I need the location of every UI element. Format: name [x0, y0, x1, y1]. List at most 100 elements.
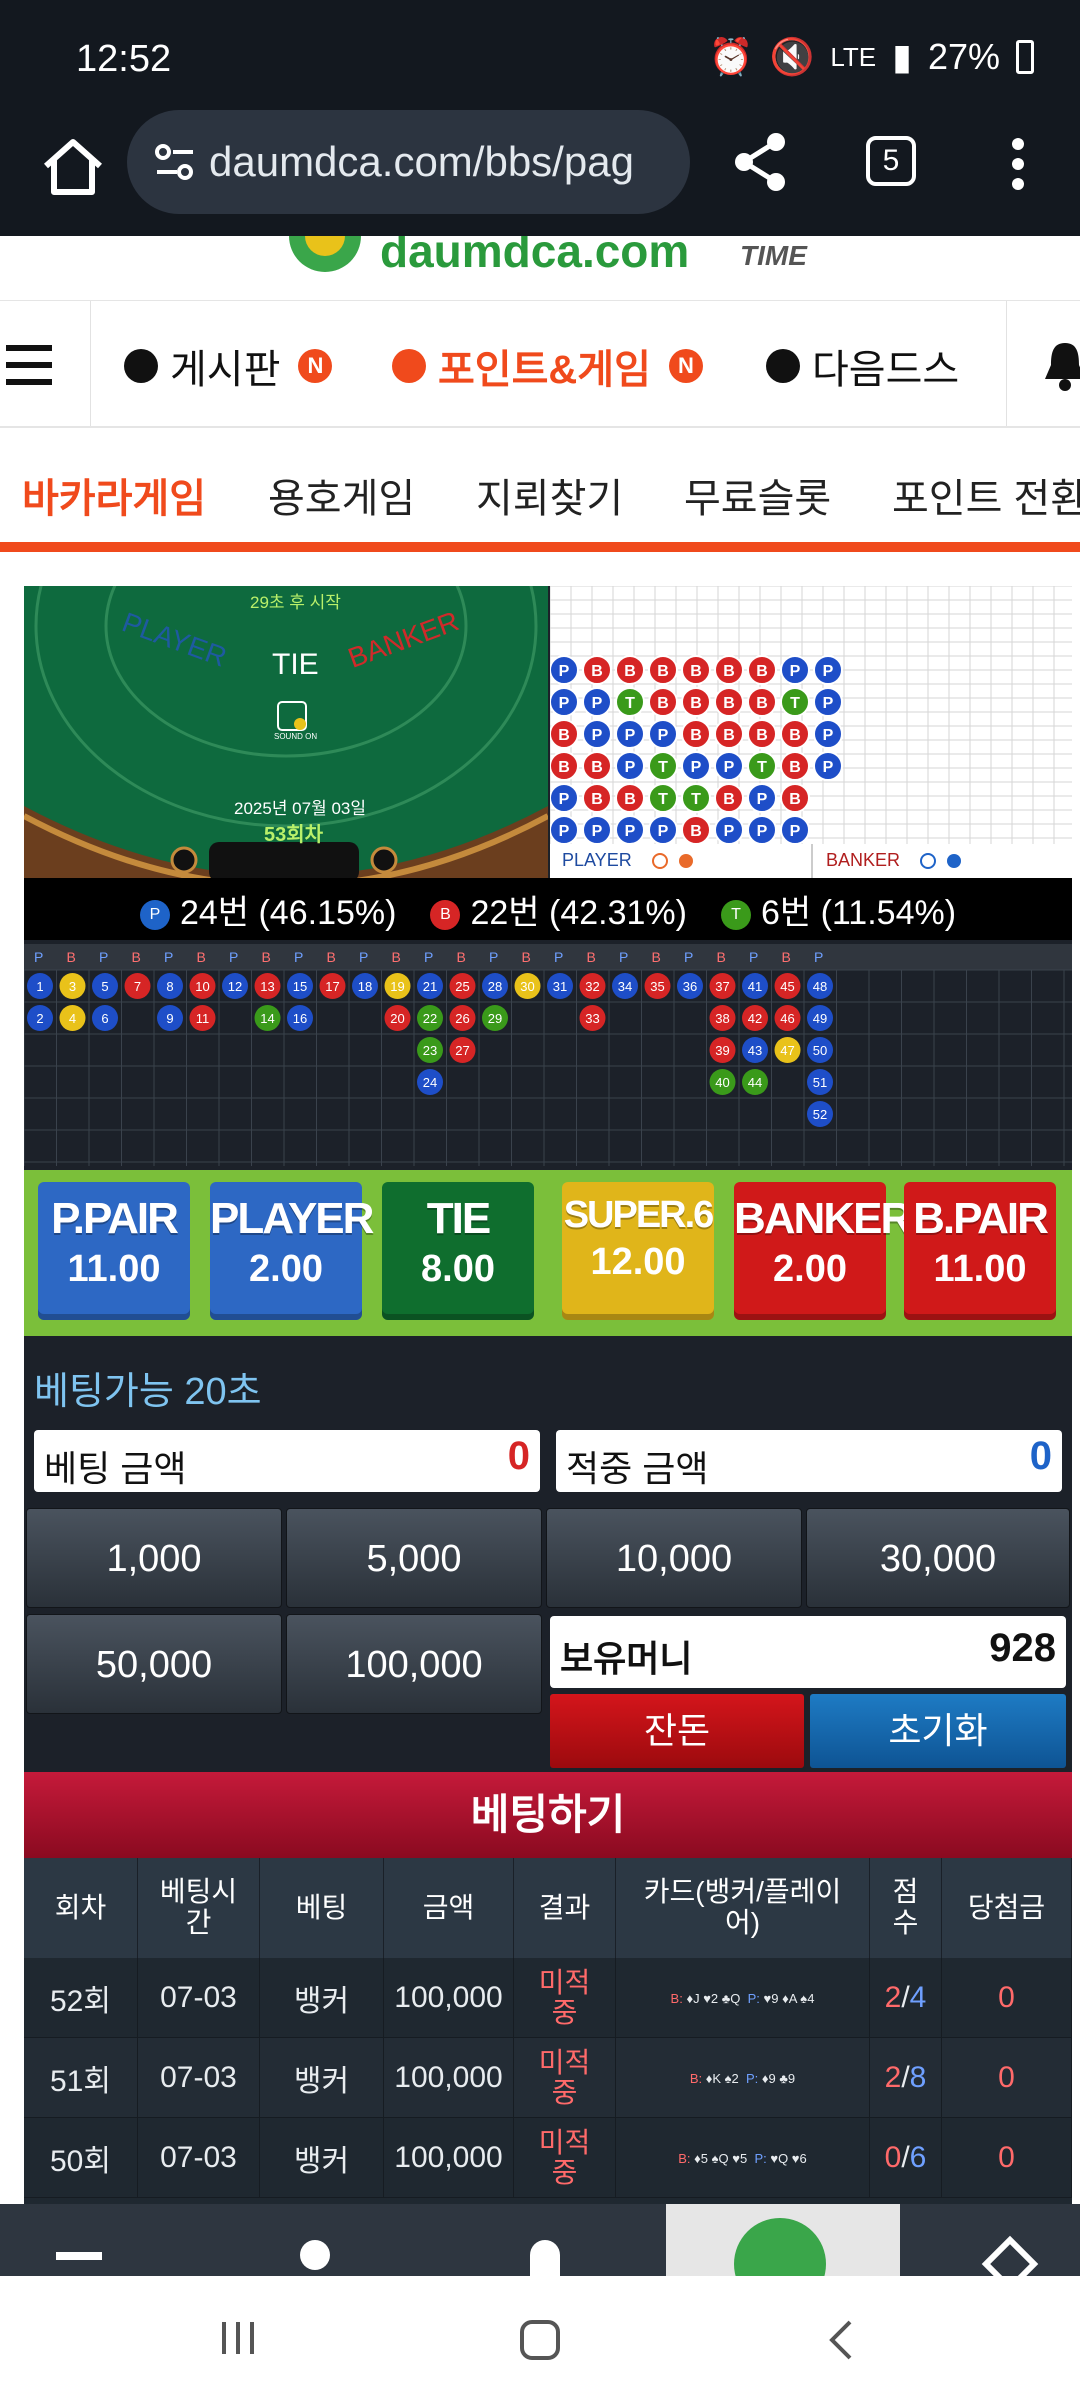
svg-text:T: T [757, 759, 767, 776]
cell-cards: B: ♦J ♥2 ♣Q P: ♥9 ♦A ♠4 [616, 1958, 870, 2038]
cell-amount: 100,000 [384, 2118, 514, 2198]
browser-toolbar: daumdca.com/bbs/pag 5 [0, 110, 1080, 236]
change-button[interactable]: 잔돈 [550, 1694, 804, 1768]
road-bead-number: 21 [423, 979, 437, 994]
tab-minesweeper[interactable]: 지뢰찾기 [476, 466, 623, 524]
road-bead-number: 12 [228, 979, 242, 994]
bet-tie-button[interactable]: TIE 8.00 [382, 1182, 534, 1320]
notification-icon[interactable] [530, 2240, 560, 2276]
casino-logo-icon [734, 2218, 826, 2276]
share-icon[interactable] [730, 130, 790, 194]
chip-100000-button[interactable]: 100,000 [286, 1614, 542, 1714]
bet-amount-field: 베팅 금액 0 [34, 1430, 540, 1492]
cell-result: 미적중 [514, 2038, 616, 2118]
svg-text:B: B [723, 727, 735, 744]
tab-baccarat[interactable]: 바카라게임 [22, 466, 206, 524]
road-bead-number: 26 [455, 1011, 469, 1026]
road-bead-number: 24 [423, 1075, 437, 1090]
svg-text:B: B [690, 727, 702, 744]
menu-icon[interactable] [56, 2252, 102, 2260]
road-header-label: P [34, 949, 43, 965]
logo-text: daumdca.com [380, 236, 690, 277]
category-item-daumds[interactable]: 다음드스 [766, 337, 959, 395]
bet-ppair-button[interactable]: P.PAIR 11.00 [38, 1182, 190, 1320]
cell-amount: 100,000 [384, 2038, 514, 2118]
tie-area-label: TIE [272, 648, 319, 681]
status-bar: 12:52 ⏰ 🔇 LTE ▮ 27% [0, 0, 1080, 110]
sound-icon[interactable] [274, 698, 310, 734]
svg-text:P: P [757, 823, 768, 840]
recent-apps-icon[interactable] [218, 2318, 258, 2358]
cell-result: 미적중 [514, 2118, 616, 2198]
road-bead-number: 9 [166, 1011, 173, 1026]
more-menu-icon[interactable] [1010, 136, 1026, 192]
tab-free-slots[interactable]: 무료슬롯 [684, 466, 831, 524]
user-icon[interactable] [300, 2240, 330, 2270]
road-header-label: P [684, 949, 693, 965]
game-tabs: 바카라게임 용호게임 지뢰찾기 무료슬롯 포인트 전환 [0, 428, 1080, 552]
url-text: daumdca.com/bbs/pag [209, 138, 634, 185]
svg-text:B: B [657, 663, 669, 680]
cell-time: 07-03 [138, 1958, 260, 2038]
svg-text:T: T [790, 695, 800, 712]
site-settings-icon[interactable] [155, 144, 195, 180]
bet-bpair-button[interactable]: B.PAIR 11.00 [904, 1182, 1056, 1320]
road-header-label: B [327, 949, 336, 965]
category-item-points-games[interactable]: 포인트&게임 N [392, 337, 703, 395]
balance-value: 928 [989, 1626, 1056, 1670]
col-header-amount: 금액 [384, 1858, 514, 1958]
signal-icon: ▮ [892, 36, 912, 77]
tab-dragon-tiger[interactable]: 용호게임 [268, 466, 415, 524]
chip-1000-button[interactable]: 1,000 [26, 1508, 282, 1608]
bet-name: BANKER [734, 1194, 912, 1243]
stat-text: 6번 (11.54%) [760, 893, 957, 932]
svg-text:P: P [559, 823, 570, 840]
hamburger-menu-icon[interactable] [6, 345, 52, 385]
bet-player-button[interactable]: PLAYER 2.00 [210, 1182, 374, 1320]
battery-icon [1016, 40, 1034, 74]
tab-switcher-button[interactable]: 5 [866, 136, 916, 186]
road-bead-number: 50 [813, 1043, 827, 1058]
col-header-time: 베팅시간 [138, 1858, 260, 1958]
category-label: 다음드스 [812, 348, 960, 392]
category-item-board[interactable]: 게시판 N [124, 337, 333, 395]
svg-text:P: P [625, 759, 636, 776]
home-button-icon[interactable] [518, 2318, 562, 2362]
road-bead-number: 46 [780, 1011, 794, 1026]
road-bead-number: 22 [423, 1011, 437, 1026]
chip-50000-button[interactable]: 50,000 [26, 1614, 282, 1714]
home-up-icon[interactable] [981, 2235, 1039, 2276]
bet-banker-button[interactable]: BANKER 2.00 [734, 1182, 912, 1320]
balance-field: 보유머니 928 [550, 1616, 1066, 1688]
svg-text:B: B [657, 695, 669, 712]
chip-5000-button[interactable]: 5,000 [286, 1508, 542, 1608]
bet-odds: 11.00 [67, 1248, 161, 1290]
road-bead-number: 6 [101, 1011, 108, 1026]
category-label: 게시판 [170, 348, 281, 392]
home-icon[interactable] [38, 132, 108, 202]
bell-icon[interactable] [1043, 339, 1080, 391]
logo-sub: TIME [740, 240, 807, 271]
road-bead-number: 45 [780, 979, 794, 994]
scoreboard-banker-label: BANKER [826, 850, 901, 870]
scoreboard: PBBBBBBPPPPTBBBBTPBPPPBBBBPBBPTPPTBPPBBT… [550, 586, 1072, 878]
chip-10000-button[interactable]: 10,000 [546, 1508, 802, 1608]
svg-text:B: B [756, 663, 768, 680]
cell-round: 51회 [24, 2038, 138, 2118]
reset-button[interactable]: 초기화 [810, 1694, 1066, 1768]
road-bead-number: 13 [260, 979, 274, 994]
col-header-round: 회차 [24, 1858, 138, 1958]
tab-point-exchange[interactable]: 포인트 전환 [892, 466, 1080, 524]
svg-text:P: P [592, 695, 603, 712]
road-bead-number: 47 [780, 1043, 794, 1058]
chip-30000-button[interactable]: 30,000 [806, 1508, 1070, 1608]
road-bead-number: 41 [748, 979, 762, 994]
back-icon[interactable] [826, 2318, 856, 2362]
bet-super6-button[interactable]: SUPER.6 12.00 [562, 1182, 714, 1320]
cell-score: 2/4 [870, 1958, 942, 2038]
place-bet-button[interactable]: 베팅하기 [24, 1772, 1072, 1858]
casino-logo[interactable] [666, 2204, 900, 2276]
address-bar[interactable]: daumdca.com/bbs/pag [127, 110, 690, 214]
site-logo[interactable]: daumdca.com TIME [0, 236, 1080, 300]
svg-text:B: B [690, 695, 702, 712]
